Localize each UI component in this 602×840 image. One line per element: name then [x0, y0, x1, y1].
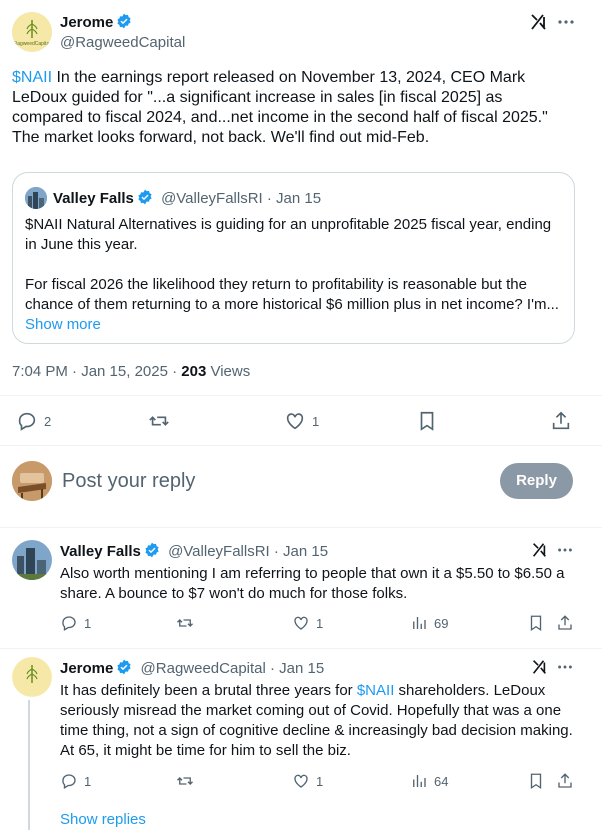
views-chart-icon — [413, 775, 426, 787]
more-icon[interactable] — [556, 658, 574, 681]
divider — [0, 445, 602, 446]
reply-icon — [62, 616, 76, 631]
views-action[interactable]: 64 — [410, 772, 448, 790]
quoted-meta: @ValleyFallsRI · Jan 15 — [161, 190, 322, 207]
heart-icon — [294, 616, 308, 630]
city-avatar-icon — [25, 187, 47, 209]
share-action[interactable] — [556, 614, 574, 632]
views-chart-icon — [413, 617, 426, 629]
bookmark-action[interactable] — [416, 410, 438, 432]
bookmark-icon — [530, 773, 542, 790]
ragweed-logo-icon: RagweedCapital — [12, 12, 52, 52]
avatar[interactable] — [12, 540, 52, 580]
tweet-timestamp: 7:04 PM · Jan 15, 2025 · 203 Views — [12, 363, 251, 380]
reply-icon — [18, 412, 36, 431]
divider — [0, 527, 602, 528]
reply-action[interactable]: 1 — [60, 614, 91, 632]
bookmark-icon — [530, 615, 542, 632]
reply-text: Also worth mentioning I am referring to … — [60, 565, 565, 602]
grok-icon[interactable] — [528, 12, 548, 37]
grok-icon[interactable] — [530, 658, 548, 681]
divider — [0, 395, 602, 396]
city-avatar-icon — [12, 540, 52, 580]
reply-icon — [62, 774, 76, 789]
reply-author-name[interactable]: Valley Falls — [60, 543, 141, 560]
cashtag-link[interactable]: $NAII — [357, 682, 395, 699]
reply-meta: @RagweedCapital · Jan 15 — [140, 660, 325, 677]
user-avatar-icon — [12, 461, 52, 501]
ragweed-logo-icon — [12, 657, 52, 697]
show-more-link[interactable]: Show more — [25, 315, 565, 335]
bookmark-action[interactable] — [527, 614, 545, 632]
share-action[interactable] — [556, 772, 574, 790]
composer-avatar — [12, 461, 52, 501]
reply-author-row: Jerome @RagweedCapital · Jan 15 — [60, 659, 324, 677]
repost-action[interactable] — [148, 410, 170, 432]
avatar[interactable] — [12, 657, 52, 697]
reply-action[interactable]: 2 — [16, 410, 51, 432]
show-replies-link[interactable]: Show replies — [60, 811, 146, 828]
repost-icon — [177, 619, 193, 627]
quoted-text: $NAII Natural Alternatives is guiding fo… — [25, 215, 565, 335]
verified-badge-icon — [138, 189, 152, 205]
author-name[interactable]: Jerome — [60, 14, 113, 31]
heart-icon — [286, 413, 304, 430]
quoted-author-row: Valley Falls @ValleyFallsRI · Jan 15 — [53, 189, 321, 207]
repost-icon — [177, 777, 193, 785]
quoted-author-name: Valley Falls — [53, 190, 134, 207]
more-icon[interactable] — [556, 541, 574, 564]
bookmark-action[interactable] — [527, 772, 545, 790]
share-icon — [558, 615, 572, 630]
verified-badge-icon — [117, 659, 131, 675]
svg-text:RagweedCapital: RagweedCapital — [14, 41, 51, 47]
like-action[interactable]: 1 — [284, 410, 319, 432]
quoted-tweet[interactable]: Valley Falls @ValleyFallsRI · Jan 15 $NA… — [12, 172, 575, 344]
more-icon[interactable] — [556, 12, 576, 37]
heart-icon — [294, 774, 308, 788]
reply-text: It has definitely been a brutal three ye… — [60, 682, 573, 759]
thread-line — [28, 700, 30, 830]
grok-icon[interactable] — [530, 541, 548, 564]
views-action[interactable]: 69 — [410, 614, 448, 632]
reply-action[interactable]: 1 — [60, 772, 91, 790]
tweet-text: $NAII In the earnings report released on… — [12, 69, 548, 146]
share-icon — [558, 773, 572, 788]
bookmark-icon — [420, 411, 434, 431]
reply-author-name[interactable]: Jerome — [60, 660, 113, 677]
divider — [0, 648, 602, 649]
quoted-avatar — [25, 187, 47, 209]
share-icon — [552, 411, 570, 430]
cashtag-link[interactable]: $NAII — [12, 69, 52, 86]
verified-badge-icon — [117, 13, 131, 29]
like-action[interactable]: 1 — [292, 614, 323, 632]
share-action[interactable] — [550, 410, 572, 432]
reply-button[interactable]: Reply — [500, 463, 573, 499]
like-action[interactable]: 1 — [292, 772, 323, 790]
verified-badge-icon — [145, 542, 159, 558]
reply-author-row: Valley Falls @ValleyFallsRI · Jan 15 — [60, 542, 328, 560]
repost-action[interactable] — [176, 614, 194, 632]
repost-icon — [149, 416, 169, 426]
author-row: Jerome — [60, 13, 132, 32]
reply-input[interactable]: Post your reply — [62, 470, 195, 493]
repost-action[interactable] — [176, 772, 194, 790]
avatar[interactable]: RagweedCapital — [12, 12, 52, 52]
reply-meta: @ValleyFallsRI · Jan 15 — [168, 543, 329, 560]
author-handle[interactable]: @RagweedCapital — [60, 34, 185, 51]
